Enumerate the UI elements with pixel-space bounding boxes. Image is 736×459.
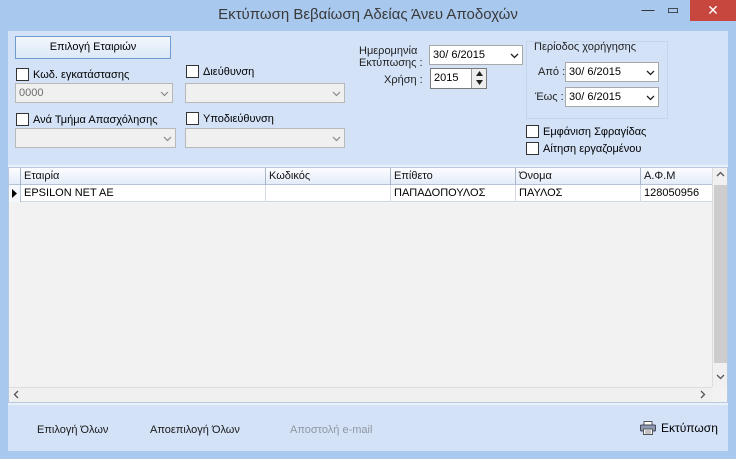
maximize-button[interactable]: ▭	[660, 0, 686, 22]
year-spinner[interactable]: 2015	[430, 68, 487, 89]
spinner-buttons	[471, 69, 486, 88]
vertical-scroll-thumb[interactable]	[714, 185, 727, 363]
print-date-label: Ημερομηνία Εκτύπωσης :	[359, 45, 423, 69]
address-label: Διεύθυνση	[203, 65, 255, 78]
app-window: Εκτύπωση Βεβαίωση Αδείας Άνευ Αποδοχών —…	[0, 0, 736, 459]
chevron-down-icon[interactable]	[646, 68, 655, 77]
period-label: Περίοδος χορήγησης	[534, 41, 637, 53]
print-date-picker[interactable]: 30/ 6/2015	[429, 45, 523, 65]
chevron-down-icon	[163, 134, 172, 143]
scroll-down-icon[interactable]	[716, 372, 725, 384]
horizontal-scrollbar[interactable]	[9, 387, 712, 402]
subaddress-checkbox[interactable]: Υποδιεύθυνση	[186, 112, 274, 125]
print-button[interactable]: Εκτύπωση	[640, 421, 718, 435]
filter-panel: Επιλογή Εταιριών Κωδ. εγκατάστασης 0000 …	[8, 31, 728, 165]
install-code-combo[interactable]: 0000	[15, 83, 173, 103]
spin-down-icon[interactable]	[472, 78, 486, 87]
show-stamp-label: Εμφάνιση Σφραγίδας	[543, 125, 647, 138]
client-area: Επιλογή Εταιριών Κωδ. εγκατάστασης 0000 …	[8, 31, 728, 451]
column-header-surname[interactable]: Επίθετο	[391, 168, 516, 185]
employee-request-label: Αίτηση εργαζομένου	[543, 142, 642, 155]
period-from-label: Από :	[538, 66, 566, 78]
window-title: Εκτύπωση Βεβαίωση Αδείας Άνευ Αποδοχών	[218, 6, 518, 23]
chevron-down-icon	[332, 134, 341, 143]
period-from-value: 30/ 6/2015	[569, 66, 621, 78]
deselect-all-button[interactable]: Αποεπιλογή Όλων	[150, 424, 240, 436]
cell-afm[interactable]: 128050956	[641, 185, 712, 202]
column-header-company[interactable]: Εταιρία	[21, 168, 266, 185]
chevron-down-icon[interactable]	[510, 51, 519, 60]
column-header-code[interactable]: Κωδικός	[266, 168, 391, 185]
cell-surname[interactable]: ΠΑΠΑΔΟΠΟΥΛΟΣ	[391, 185, 516, 202]
year-value: 2015	[434, 72, 459, 84]
checkbox-box[interactable]	[526, 125, 539, 138]
checkbox-box[interactable]	[16, 68, 29, 81]
install-code-value: 0000	[19, 87, 44, 99]
cell-company[interactable]: EPSILON NET AE	[21, 185, 266, 202]
footer-bar: Επιλογή Όλων Αποεπιλογή Όλων Αποστολή e-…	[8, 405, 728, 451]
checkbox-box[interactable]	[186, 65, 199, 78]
subaddress-label: Υποδιεύθυνση	[203, 112, 274, 125]
period-to-value: 30/ 6/2015	[569, 91, 621, 103]
chevron-down-icon[interactable]	[646, 93, 655, 102]
period-to-label: Έως :	[535, 91, 564, 103]
chevron-down-icon	[160, 89, 169, 98]
department-label: Ανά Τμήμα Απασχόλησης	[33, 113, 158, 126]
year-label: Χρήση :	[384, 74, 423, 86]
checkbox-box[interactable]	[16, 113, 29, 126]
address-combo[interactable]	[185, 83, 345, 103]
department-checkbox[interactable]: Ανά Τμήμα Απασχόλησης	[16, 113, 158, 126]
scroll-right-icon[interactable]	[698, 390, 707, 402]
print-label: Εκτύπωση	[661, 421, 718, 435]
period-to-picker[interactable]: 30/ 6/2015	[565, 87, 659, 107]
install-code-label: Κωδ. εγκατάστασης	[33, 68, 130, 81]
printer-icon	[640, 421, 656, 435]
chevron-down-icon	[332, 89, 341, 98]
employees-grid[interactable]: Εταιρία Κωδικός Επίθετο Όνομα Α.Φ.Μ EPSI…	[8, 167, 728, 403]
title-bar: Εκτύπωση Βεβαίωση Αδείας Άνευ Αποδοχών —…	[0, 0, 736, 30]
show-stamp-checkbox[interactable]: Εμφάνιση Σφραγίδας	[526, 125, 646, 138]
period-from-picker[interactable]: 30/ 6/2015	[565, 62, 659, 82]
scroll-left-icon[interactable]	[12, 390, 21, 402]
print-date-value: 30/ 6/2015	[433, 49, 485, 61]
table-row[interactable]: EPSILON NET AE ΠΑΠΑΔΟΠΟΥΛΟΣ ΠΑΥΛΟΣ 12805…	[9, 185, 712, 202]
minimize-button[interactable]: —	[636, 0, 660, 22]
send-email-button[interactable]: Αποστολή e-mail	[290, 424, 372, 436]
grid-header: Εταιρία Κωδικός Επίθετο Όνομα Α.Φ.Μ	[9, 168, 712, 185]
subaddress-combo[interactable]	[185, 128, 345, 148]
column-header-afm[interactable]: Α.Φ.Μ	[641, 168, 712, 185]
cell-code[interactable]	[266, 185, 391, 202]
row-pointer-icon	[12, 189, 17, 198]
select-companies-button[interactable]: Επιλογή Εταιριών	[15, 36, 171, 59]
scroll-up-icon[interactable]	[716, 170, 725, 182]
spin-up-icon[interactable]	[472, 69, 486, 78]
address-checkbox[interactable]: Διεύθυνση	[186, 65, 254, 78]
current-row-indicator[interactable]	[9, 185, 21, 202]
install-code-checkbox[interactable]: Κωδ. εγκατάστασης	[16, 68, 129, 81]
vertical-scrollbar[interactable]	[712, 168, 727, 387]
column-header-name[interactable]: Όνομα	[516, 168, 641, 185]
employee-request-checkbox[interactable]: Αίτηση εργαζομένου	[526, 142, 641, 155]
checkbox-box[interactable]	[186, 112, 199, 125]
department-combo[interactable]	[15, 128, 176, 148]
select-all-button[interactable]: Επιλογή Όλων	[37, 424, 108, 436]
row-indicator-header	[9, 168, 21, 185]
close-button[interactable]: ✕	[690, 0, 736, 21]
cell-name[interactable]: ΠΑΥΛΟΣ	[516, 185, 641, 202]
checkbox-box[interactable]	[526, 142, 539, 155]
